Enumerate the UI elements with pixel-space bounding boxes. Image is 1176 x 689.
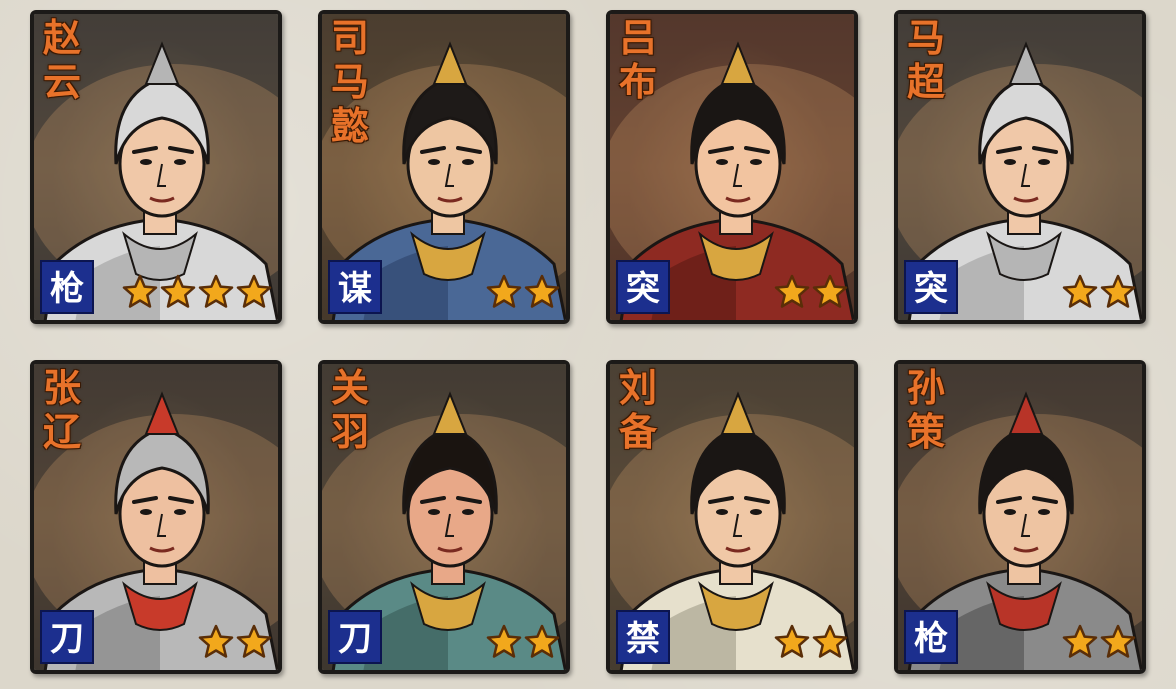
star-rating xyxy=(198,624,272,660)
general-card-sun-ce[interactable]: 孙策 枪 xyxy=(894,360,1146,674)
general-card-lu-bu[interactable]: 吕布 突 xyxy=(606,10,858,324)
troop-type-badge: 突 xyxy=(904,260,958,314)
portrait-eye xyxy=(716,509,728,515)
general-card-liu-bei[interactable]: 刘备 禁 xyxy=(606,360,858,674)
star-icon xyxy=(1100,624,1136,658)
star-icon xyxy=(1100,274,1136,308)
star-icon xyxy=(1062,624,1098,658)
star-icon xyxy=(486,624,522,658)
portrait-eye xyxy=(1004,159,1016,165)
star-rating xyxy=(486,274,560,310)
star-icon xyxy=(774,274,810,308)
general-name: 关羽 xyxy=(330,365,369,454)
portrait-eye xyxy=(174,159,186,165)
star-icon xyxy=(774,624,810,658)
portrait-eye xyxy=(428,159,440,165)
star-icon xyxy=(236,624,272,658)
general-name: 吕布 xyxy=(618,15,657,104)
portrait-eye xyxy=(462,509,474,515)
general-card-guan-yu[interactable]: 关羽 刀 xyxy=(318,360,570,674)
star-rating xyxy=(122,274,272,310)
general-card-ma-chao[interactable]: 马超 突 xyxy=(894,10,1146,324)
star-icon xyxy=(812,624,848,658)
general-card-sima-yi[interactable]: 司马懿 谋 xyxy=(318,10,570,324)
portrait-eye xyxy=(750,159,762,165)
general-name: 张辽 xyxy=(42,365,81,454)
portrait-eye xyxy=(1038,509,1050,515)
portrait-eye xyxy=(750,509,762,515)
general-name: 赵云 xyxy=(42,15,81,104)
star-icon xyxy=(812,274,848,308)
troop-type-badge: 枪 xyxy=(904,610,958,664)
star-icon xyxy=(198,274,234,308)
star-rating xyxy=(774,274,848,310)
star-icon xyxy=(524,624,560,658)
portrait-eye xyxy=(140,159,152,165)
star-rating xyxy=(774,624,848,660)
portrait-eye xyxy=(140,509,152,515)
general-card-zhao-yun[interactable]: 赵云 枪 xyxy=(30,10,282,324)
star-rating xyxy=(1062,274,1136,310)
troop-type-badge: 谋 xyxy=(328,260,382,314)
portrait-eye xyxy=(716,159,728,165)
troop-type-badge: 禁 xyxy=(616,610,670,664)
star-icon xyxy=(160,274,196,308)
star-rating xyxy=(1062,624,1136,660)
portrait-eye xyxy=(428,509,440,515)
troop-type-badge: 刀 xyxy=(40,610,94,664)
portrait-eye xyxy=(174,509,186,515)
star-icon xyxy=(122,274,158,308)
general-name: 司马懿 xyxy=(330,15,369,148)
star-icon xyxy=(198,624,234,658)
star-icon xyxy=(236,274,272,308)
troop-type-badge: 枪 xyxy=(40,260,94,314)
general-card-zhang-liao[interactable]: 张辽 刀 xyxy=(30,360,282,674)
star-icon xyxy=(486,274,522,308)
portrait-eye xyxy=(1004,509,1016,515)
star-icon xyxy=(524,274,560,308)
star-rating xyxy=(486,624,560,660)
general-name: 孙策 xyxy=(906,365,945,454)
star-icon xyxy=(1062,274,1098,308)
troop-type-badge: 刀 xyxy=(328,610,382,664)
portrait-eye xyxy=(1038,159,1050,165)
portrait-eye xyxy=(462,159,474,165)
general-grid: 赵云 枪 司马懿 谋 吕布 突 马超 突 张辽 刀 关羽 刀 刘备 禁 孙策 枪 xyxy=(0,0,1176,689)
general-name: 马超 xyxy=(906,15,945,104)
general-name: 刘备 xyxy=(618,365,657,454)
troop-type-badge: 突 xyxy=(616,260,670,314)
